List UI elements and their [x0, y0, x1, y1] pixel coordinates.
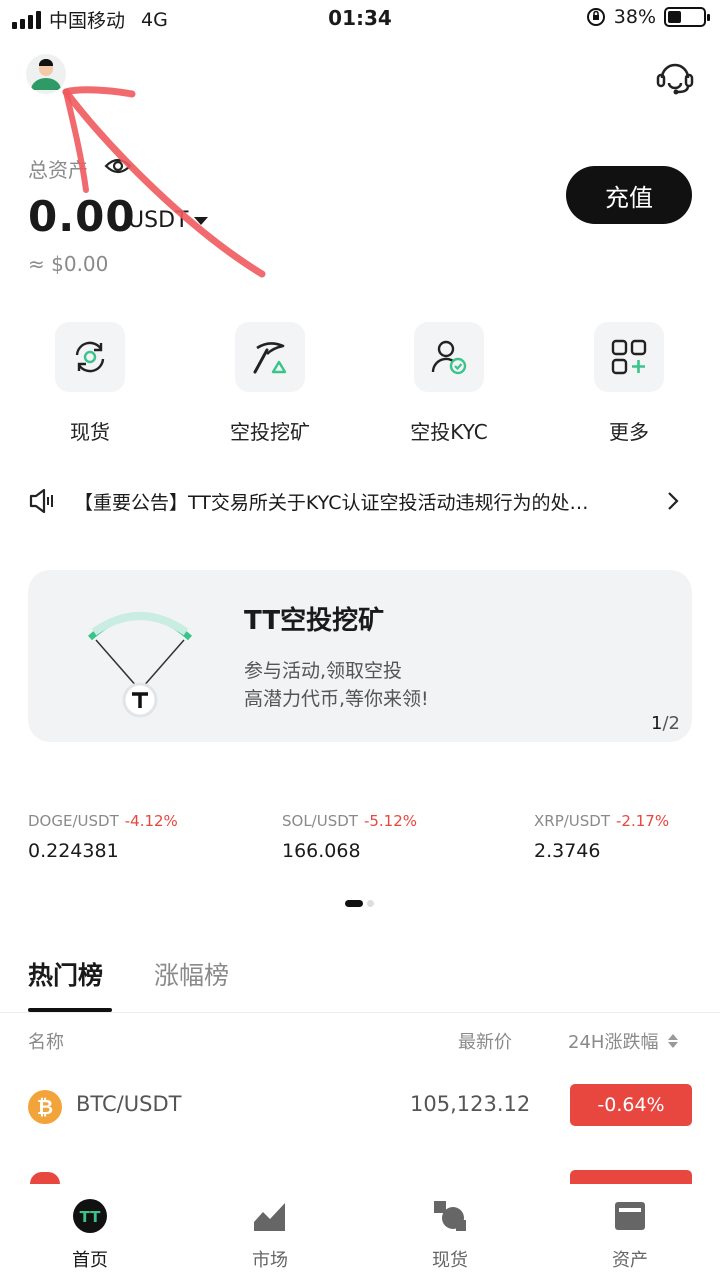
row-change-badge-partial	[570, 1170, 692, 1184]
kyc-user-icon	[431, 340, 467, 375]
ticker-item[interactable]: SOL/USDT -5.12% 166.068	[282, 812, 482, 862]
quick-item-spot[interactable]: 现货	[15, 322, 165, 445]
spot-exchange-icon	[75, 341, 105, 373]
tab-hot[interactable]: 热门榜	[28, 956, 103, 992]
coin-icon-partial	[30, 1172, 60, 1184]
battery-icon	[664, 7, 710, 27]
parachute-airdrop-icon	[87, 612, 193, 718]
rotation-lock-icon	[586, 8, 605, 26]
ticker-change: -4.12%	[124, 812, 178, 830]
ticker-strip: DOGE/USDT -4.12% 0.224381 SOL/USDT -5.12% …	[0, 812, 720, 872]
carousel-dots	[345, 900, 374, 907]
ticker-change: -5.12%	[363, 812, 418, 830]
wallet-icon	[615, 1202, 645, 1230]
ticker-pair: DOGE/USDT	[28, 812, 119, 830]
nav-label: 资产	[612, 1250, 648, 1271]
table-row[interactable]: ₿ BTC/USDT 105,123.12 -0.64%	[0, 1078, 720, 1138]
row-pair: BTC/USDT	[76, 1092, 182, 1116]
ticker-item[interactable]: XRP/USDT -2.17% 2.3746	[534, 812, 720, 862]
ticker-pair: XRP/USDT	[534, 812, 611, 830]
ticker-change: -2.17%	[616, 812, 670, 830]
battery-percent: 38%	[613, 6, 656, 28]
pickaxe-icon	[253, 342, 287, 374]
quick-item-label: 现货	[70, 420, 110, 444]
sort-icon	[668, 1034, 679, 1048]
total-assets-value: 0.00	[28, 192, 136, 241]
nav-assets[interactable]: 资产	[540, 1198, 720, 1272]
status-bar: 中国移动 4G 01:34 38%	[0, 0, 720, 38]
ticker-item[interactable]: DOGE/USDT -4.12% 0.224381	[28, 812, 228, 862]
nav-home[interactable]: TT 首页	[0, 1198, 180, 1272]
promo-banner[interactable]: TT空投挖矿 参与活动,领取空投 高潜力代币,等你来领! 1/2	[28, 570, 692, 742]
nav-label: 首页	[72, 1250, 108, 1271]
chevron-right-icon	[668, 492, 679, 510]
nav-market[interactable]: 市场	[180, 1198, 360, 1272]
quick-item-more[interactable]: 更多	[554, 322, 704, 445]
speaker-icon	[29, 488, 53, 514]
quick-item-label: 空投KYC	[410, 420, 488, 444]
banner-subtitle: 参与活动,领取空投	[244, 660, 403, 682]
grid-more-icon	[611, 339, 647, 375]
caret-down-icon	[194, 216, 209, 225]
currency-label: USDT	[128, 208, 189, 233]
banner-title: TT空投挖矿	[244, 606, 385, 636]
total-assets-label: 总资产	[28, 158, 88, 182]
svg-text:TT: TT	[80, 1208, 102, 1226]
bitcoin-icon: ₿	[28, 1090, 62, 1124]
market-chart-icon	[254, 1203, 285, 1231]
divider	[0, 1012, 720, 1013]
column-change: 24H涨跌幅	[568, 1032, 659, 1053]
nav-label: 市场	[252, 1250, 288, 1271]
ticker-price: 166.068	[282, 840, 361, 862]
column-price: 最新价	[458, 1032, 512, 1053]
deposit-button[interactable]: 充值	[566, 166, 692, 224]
ticker-price: 2.3746	[534, 840, 601, 862]
nav-spot[interactable]: 现货	[360, 1198, 540, 1272]
banner-subtitle: 高潜力代币,等你来领!	[244, 688, 429, 710]
tab-gainers[interactable]: 涨幅榜	[154, 956, 229, 992]
quick-menu: 现货 空投挖矿 空投KYC 更多	[0, 322, 720, 452]
row-price: 105,123.12	[410, 1092, 531, 1116]
announcement-text: 【重要公告】TT交易所关于KYC认证空投活动违规行为的处…	[74, 492, 589, 514]
nav-label: 现货	[432, 1250, 468, 1271]
announcement-bar[interactable]: 【重要公告】TT交易所关于KYC认证空投活动违规行为的处…	[0, 480, 720, 524]
quick-item-label: 空投挖矿	[230, 420, 310, 444]
ticker-price: 0.224381	[28, 840, 119, 862]
spot-icon	[434, 1201, 466, 1231]
bottom-navigation: TT 首页 市场 现货 资产	[0, 1184, 720, 1280]
quick-item-airdrop-kyc[interactable]: 空投KYC	[374, 322, 524, 445]
column-name: 名称	[28, 1032, 64, 1053]
ticker-pair: SOL/USDT	[282, 812, 358, 830]
user-avatar-icon[interactable]	[26, 54, 66, 94]
quick-item-airdrop-mining[interactable]: 空投挖矿	[195, 322, 345, 445]
eye-icon[interactable]	[104, 154, 132, 178]
headset-icon[interactable]	[654, 56, 696, 96]
banner-pager: 1/2	[651, 713, 680, 734]
column-change-sort[interactable]: 24H涨跌幅	[568, 1028, 679, 1054]
assets-usd-approx: ≈ $0.00	[28, 252, 109, 276]
row-change-badge: -0.64%	[570, 1084, 692, 1126]
quick-item-label: 更多	[609, 420, 649, 444]
tt-logo-icon: TT	[73, 1199, 107, 1233]
currency-selector[interactable]: USDT	[128, 208, 209, 233]
